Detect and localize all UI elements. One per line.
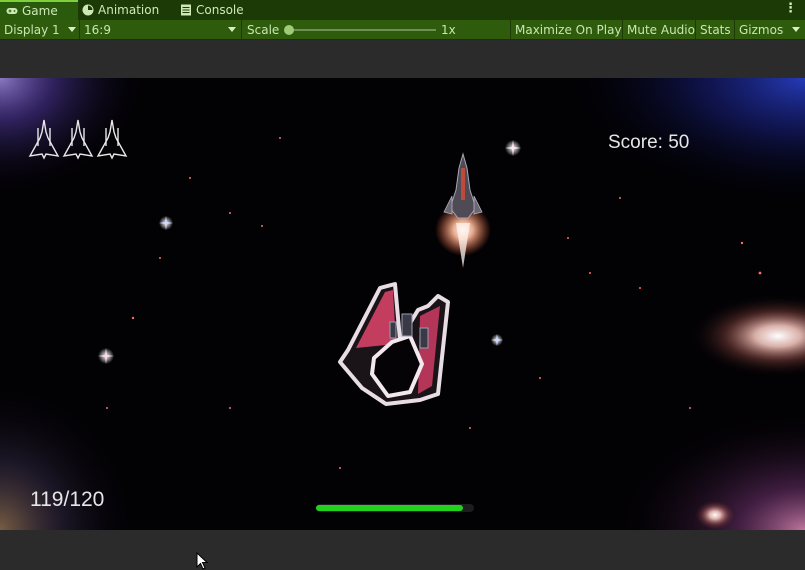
stats-toggle[interactable]: Stats bbox=[696, 20, 735, 39]
life-ship-icon bbox=[28, 119, 60, 160]
star bbox=[159, 216, 173, 230]
maximize-on-play-toggle[interactable]: Maximize On Play bbox=[511, 20, 623, 39]
scale-slider-track[interactable] bbox=[290, 29, 436, 31]
more-options-icon[interactable]: ⋮ bbox=[784, 1, 797, 17]
aspect-dropdown-label: 16:9 bbox=[84, 22, 111, 37]
maximize-on-play-label: Maximize On Play bbox=[515, 22, 622, 37]
scale-slider-knob[interactable] bbox=[284, 25, 294, 35]
lives-indicator bbox=[28, 119, 128, 160]
chevron-down-icon bbox=[792, 27, 800, 32]
display-dropdown-label: Display 1 bbox=[4, 22, 60, 37]
life-ship-icon bbox=[96, 119, 128, 160]
tab-console-label: Console bbox=[196, 3, 244, 17]
gizmos-dropdown[interactable]: Gizmos bbox=[735, 20, 805, 39]
console-icon bbox=[181, 4, 191, 16]
mouse-cursor-icon bbox=[196, 552, 208, 570]
tab-console[interactable]: Console bbox=[180, 0, 244, 20]
chevron-down-icon bbox=[68, 27, 76, 32]
star bbox=[491, 334, 503, 346]
star bbox=[98, 348, 114, 364]
mute-audio-label: Mute Audio bbox=[627, 22, 695, 37]
tab-animation-label: Animation bbox=[98, 3, 160, 17]
tab-game[interactable]: Game bbox=[0, 0, 78, 20]
tab-game-label: Game bbox=[22, 4, 58, 18]
life-ship-icon bbox=[62, 119, 94, 160]
tab-bar: Game Animation Console ⋮ bbox=[0, 0, 805, 20]
gizmos-label: Gizmos bbox=[739, 22, 784, 37]
scale-label: Scale bbox=[247, 22, 280, 37]
clock-icon bbox=[82, 4, 94, 16]
chevron-down-icon bbox=[228, 27, 236, 32]
mute-audio-toggle[interactable]: Mute Audio bbox=[623, 20, 696, 39]
stats-label: Stats bbox=[700, 22, 731, 37]
scale-value: 1x bbox=[441, 22, 456, 37]
health-bar bbox=[316, 504, 474, 512]
aspect-dropdown[interactable]: 16:9 bbox=[80, 20, 242, 39]
viewport-padding-top bbox=[0, 40, 805, 78]
gamepad-icon bbox=[6, 8, 18, 14]
star bbox=[505, 140, 521, 156]
health-text: 119/120 bbox=[30, 488, 105, 511]
health-bar-fill bbox=[316, 505, 463, 511]
game-viewport[interactable]: Score: 50 119/120 bbox=[0, 78, 805, 530]
display-dropdown[interactable]: Display 1 bbox=[0, 20, 80, 39]
score-text: Score: 50 bbox=[608, 132, 690, 153]
tab-animation[interactable]: Animation bbox=[82, 0, 159, 20]
viewport-padding-bottom bbox=[0, 530, 805, 570]
